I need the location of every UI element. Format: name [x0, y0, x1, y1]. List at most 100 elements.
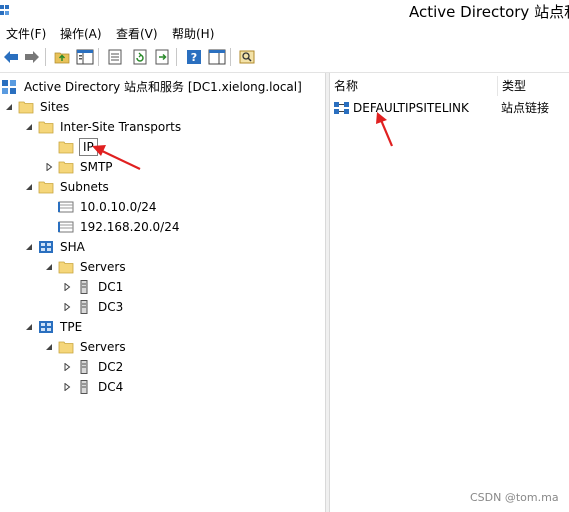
watermark-text: CSDN @tom.ma [470, 491, 559, 504]
collapse-icon[interactable] [44, 342, 54, 352]
back-button[interactable] [1, 47, 21, 67]
forward-button[interactable] [22, 47, 42, 67]
expand-icon[interactable] [62, 362, 72, 372]
tree-item-inter-site-transports[interactable]: Inter-Site Transports [24, 117, 182, 137]
export-icon [155, 49, 169, 65]
tree-item-server-dc4[interactable]: DC4 [62, 377, 124, 397]
tree-label: DC2 [98, 360, 124, 374]
export-list-button[interactable] [152, 47, 172, 67]
refresh-button[interactable] [130, 47, 150, 67]
site-icon [38, 240, 54, 254]
tree-item-subnet[interactable]: 10.0.10.0/24 [44, 197, 158, 217]
tree-label: Active Directory 站点和服务 [DC1.xielong.loca… [24, 80, 302, 94]
collapse-icon[interactable] [24, 182, 34, 192]
tree-label: DC4 [98, 380, 124, 394]
collapse-icon[interactable] [24, 322, 34, 332]
expand-icon[interactable] [62, 282, 72, 292]
tree-label: 192.168.20.0/24 [80, 220, 180, 234]
expander-placeholder [44, 142, 54, 152]
tree-label: Subnets [60, 180, 109, 194]
console-tree-icon [76, 49, 94, 65]
tree-label: SHA [60, 240, 85, 254]
list-item-site-link[interactable]: DEFAULTIPSITELINK 站点链接 [334, 98, 550, 118]
server-icon [76, 280, 92, 294]
folder-icon [58, 340, 74, 354]
expander-placeholder [44, 202, 54, 212]
server-icon [76, 380, 92, 394]
console-tree: Active Directory 站点和服务 [DC1.xielong.loca… [0, 73, 325, 512]
server-icon [76, 300, 92, 314]
tree-item-server-dc3[interactable]: DC3 [62, 297, 124, 317]
tree-label: DC1 [98, 280, 124, 294]
ad-sites-icon [2, 80, 18, 94]
tree-label: DC3 [98, 300, 124, 314]
menu-help[interactable]: 帮助(H) [172, 25, 214, 42]
list-icon [108, 49, 122, 65]
folder-icon [58, 260, 74, 274]
expand-icon[interactable] [62, 382, 72, 392]
tree-item-server-dc2[interactable]: DC2 [62, 357, 124, 377]
subnet-icon [58, 220, 74, 234]
toolbar-separator [176, 48, 177, 66]
folder-icon [18, 100, 34, 114]
tree-item-smtp[interactable]: SMTP [44, 157, 114, 177]
site-link-name: DEFAULTIPSITELINK [353, 101, 469, 115]
site-link-type: 站点链接 [501, 101, 550, 115]
expander-placeholder [44, 222, 54, 232]
tree-label: Inter-Site Transports [60, 120, 182, 134]
help-button[interactable]: ? [184, 47, 204, 67]
tree-item-sites[interactable]: Sites [4, 97, 70, 117]
refresh-icon [133, 49, 147, 65]
site-link-icon [334, 101, 350, 115]
title-bar: Active Directory 站点和 [0, 0, 569, 22]
menu-view[interactable]: 查看(V) [116, 25, 158, 42]
expand-icon[interactable] [44, 162, 54, 172]
app-icon [0, 5, 9, 15]
tree-item-servers[interactable]: Servers [44, 257, 127, 277]
expand-icon[interactable] [62, 302, 72, 312]
column-header-name[interactable]: 名称 [330, 76, 498, 96]
column-header-type[interactable]: 类型 [498, 76, 569, 96]
folder-icon [58, 160, 74, 174]
tree-label: IP [79, 138, 98, 156]
menu-file[interactable]: 文件(F) [6, 25, 46, 42]
collapse-icon[interactable] [24, 122, 34, 132]
action-pane-button[interactable] [207, 47, 227, 67]
tree-label: Sites [40, 100, 70, 114]
toolbar-separator [230, 48, 231, 66]
up-level-button[interactable] [52, 47, 72, 67]
find-button[interactable] [237, 47, 257, 67]
svg-text:?: ? [191, 51, 197, 64]
details-pane: 名称 类型 DEFAULTIPSITELINK 站点链接 [330, 73, 569, 512]
collapse-icon[interactable] [4, 102, 14, 112]
collapse-icon[interactable] [44, 262, 54, 272]
tree-label: Servers [80, 260, 126, 274]
properties-button[interactable] [105, 47, 125, 67]
tree-item-ip[interactable]: IP [44, 137, 98, 157]
tree-item-servers[interactable]: Servers [44, 337, 127, 357]
tree-item-site-sha[interactable]: SHA [24, 237, 86, 257]
tree-root[interactable]: Active Directory 站点和服务 [DC1.xielong.loca… [2, 77, 303, 97]
menu-bar: 文件(F) 操作(A) 查看(V) 帮助(H) [0, 22, 569, 42]
server-icon [76, 360, 92, 374]
toolbar-separator [98, 48, 99, 66]
find-icon [239, 50, 255, 64]
site-icon [38, 320, 54, 334]
show-hide-tree-button[interactable] [75, 47, 95, 67]
folder-icon [38, 180, 54, 194]
tree-label: Servers [80, 340, 126, 354]
collapse-icon[interactable] [24, 242, 34, 252]
back-arrow-icon [4, 51, 18, 63]
subnet-icon [58, 200, 74, 214]
tree-item-subnet[interactable]: 192.168.20.0/24 [44, 217, 180, 237]
folder-icon [58, 140, 74, 154]
folder-up-icon [54, 52, 70, 64]
pane-icon [208, 49, 226, 65]
tree-item-site-tpe[interactable]: TPE [24, 317, 83, 337]
tree-item-subnets[interactable]: Subnets [24, 177, 110, 197]
menu-action[interactable]: 操作(A) [60, 25, 102, 42]
tree-label: 10.0.10.0/24 [80, 200, 157, 214]
tree-item-server-dc1[interactable]: DC1 [62, 277, 124, 297]
folder-icon [38, 120, 54, 134]
help-icon: ? [187, 50, 201, 64]
